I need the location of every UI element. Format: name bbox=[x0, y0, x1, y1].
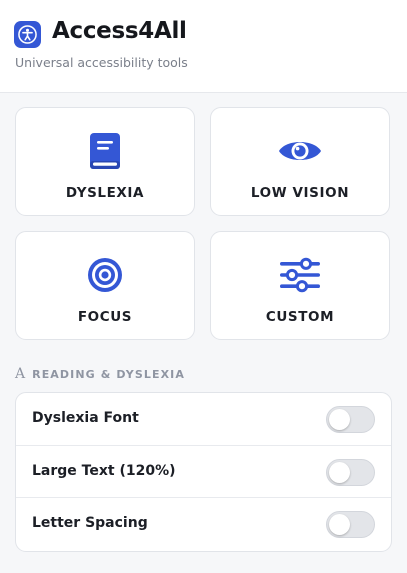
mode-card-low-vision[interactable]: LOW VISION bbox=[210, 107, 390, 216]
mode-card-label: FOCUS bbox=[77, 309, 133, 325]
settings-list: Dyslexia Font Large Text (120%) Letter S… bbox=[15, 392, 392, 552]
mode-card-label: LOW VISION bbox=[250, 185, 350, 201]
app-header: Access4All Universal accessibility tools bbox=[0, 0, 407, 93]
letter-spacing-toggle[interactable] bbox=[326, 511, 375, 538]
app-logo bbox=[14, 21, 41, 48]
toggle-knob bbox=[329, 514, 350, 535]
setting-row-large-text: Large Text (120%) bbox=[16, 445, 391, 497]
setting-label: Letter Spacing bbox=[32, 515, 148, 531]
setting-label: Large Text (120%) bbox=[32, 463, 176, 479]
target-icon bbox=[88, 258, 122, 292]
mode-card-focus[interactable]: FOCUS bbox=[15, 231, 195, 340]
mode-card-custom[interactable]: CUSTOM bbox=[210, 231, 390, 340]
app-subtitle: Universal accessibility tools bbox=[15, 55, 188, 70]
book-icon bbox=[90, 133, 120, 169]
mode-card-label: DYSLEXIA bbox=[65, 185, 145, 201]
large-text-toggle[interactable] bbox=[326, 459, 375, 486]
app-title: Access4All bbox=[52, 18, 187, 44]
sliders-icon bbox=[280, 257, 320, 293]
text-a-icon: A bbox=[15, 366, 26, 382]
mode-card-dyslexia[interactable]: DYSLEXIA bbox=[15, 107, 195, 216]
section-heading: A READING & DYSLEXIA bbox=[15, 366, 185, 382]
setting-row-letter-spacing: Letter Spacing bbox=[16, 497, 391, 549]
dyslexia-font-toggle[interactable] bbox=[326, 406, 375, 433]
setting-row-dyslexia-font: Dyslexia Font bbox=[16, 393, 391, 445]
section-title: READING & DYSLEXIA bbox=[32, 367, 185, 381]
toggle-knob bbox=[329, 409, 350, 430]
toggle-knob bbox=[329, 462, 350, 483]
mode-card-label: CUSTOM bbox=[265, 309, 335, 325]
eye-icon bbox=[279, 142, 321, 160]
accessibility-person-icon bbox=[18, 25, 37, 44]
setting-label: Dyslexia Font bbox=[32, 410, 139, 426]
